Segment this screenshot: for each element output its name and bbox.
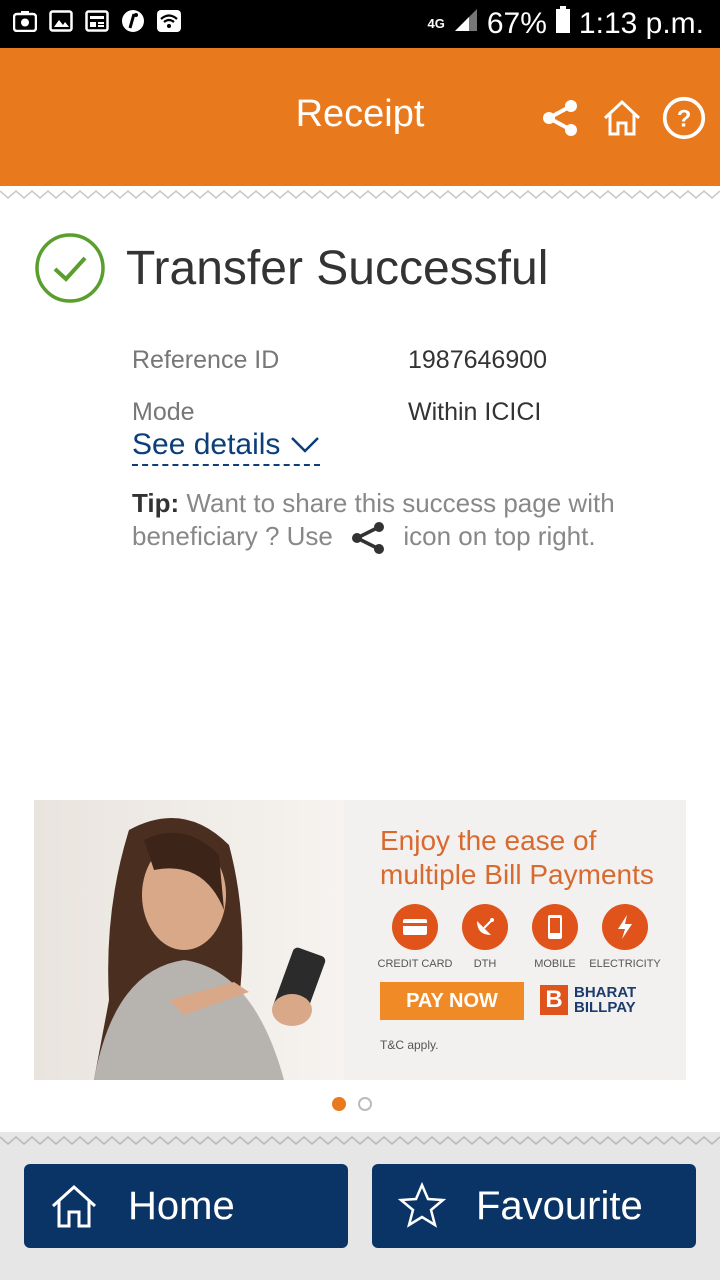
service-label: MOBILE xyxy=(534,958,576,970)
home-icon xyxy=(46,1178,102,1234)
bharat-billpay-logo: B BHARAT BILLPAY xyxy=(540,985,636,1015)
home-button-label: Home xyxy=(128,1183,235,1228)
see-details-label: See details xyxy=(132,428,281,461)
svg-text:?: ? xyxy=(677,105,692,132)
app-bar-actions: ? xyxy=(538,96,706,140)
banner-headline: Enjoy the ease of multiple Bill Payments xyxy=(380,824,654,892)
service-label: ELECTRICITY xyxy=(589,958,661,970)
network-type: 4G xyxy=(427,16,445,31)
service-item: ELECTRICITY xyxy=(589,904,661,970)
star-icon xyxy=(394,1178,450,1234)
favourite-button[interactable]: Favourite xyxy=(372,1164,696,1248)
top-separator xyxy=(0,186,720,204)
detail-label: Mode xyxy=(132,397,195,426)
clock: 1:13 p.m. xyxy=(578,7,704,40)
favourite-button-label: Favourite xyxy=(476,1183,643,1228)
status-bar-system: 4G 67% 1:13 p.m. xyxy=(428,6,704,42)
transfer-status: Transfer Successful xyxy=(34,232,548,304)
detail-value: 1987646900 xyxy=(408,345,548,374)
detail-label: Reference ID xyxy=(132,345,280,374)
status-bar: 4G 67% 1:13 p.m. xyxy=(0,0,720,48)
detail-row: Reference ID 1987646900 xyxy=(132,334,692,386)
status-bar-notifications xyxy=(12,8,182,34)
service-label: DTH xyxy=(473,958,497,970)
bank-app-icon xyxy=(120,8,146,34)
bill-services: CREDIT CARD DTH MOBILE ELECTRICITY xyxy=(377,904,661,970)
gallery-icon xyxy=(48,8,74,34)
home-icon[interactable] xyxy=(600,96,644,140)
banner-headline-line2: multiple Bill Payments xyxy=(380,859,654,890)
service-item: CREDIT CARD xyxy=(377,904,453,970)
carousel-dot-active[interactable] xyxy=(332,1097,346,1111)
bharat-billpay-mark: B xyxy=(540,985,568,1015)
satellite-dish-icon xyxy=(462,904,508,950)
service-item: DTH xyxy=(450,904,520,970)
bottom-separator xyxy=(0,1132,720,1150)
service-label: CREDIT CARD xyxy=(377,958,453,970)
detail-value: Within ICICI xyxy=(408,397,542,426)
tip-after: icon on top right. xyxy=(396,521,596,551)
check-circle-icon xyxy=(35,233,105,303)
share-icon xyxy=(352,522,385,555)
credit-card-icon xyxy=(392,904,438,950)
see-details-link[interactable]: See details xyxy=(132,428,321,466)
transfer-details: Reference ID 1987646900 Mode Within ICIC… xyxy=(132,334,692,438)
status-title: Transfer Successful xyxy=(126,241,549,295)
pay-now-button[interactable]: PAY NOW xyxy=(380,982,524,1020)
carousel-dot[interactable] xyxy=(358,1097,372,1111)
brand-line2: BILLPAY xyxy=(574,999,636,1016)
wifi-icon xyxy=(156,8,182,34)
help-icon[interactable]: ? xyxy=(662,96,706,140)
signal-icon xyxy=(453,7,479,41)
banner-headline-line1: Enjoy the ease of xyxy=(380,825,597,856)
battery-icon xyxy=(555,6,571,42)
terms-note: T&C apply. xyxy=(380,1038,439,1052)
app-bar: Receipt ? xyxy=(0,48,720,186)
banner-photo xyxy=(34,800,344,1080)
home-button[interactable]: Home xyxy=(24,1164,348,1248)
tip-text: Tip: Want to share this success page wit… xyxy=(132,487,672,555)
mobile-icon xyxy=(532,904,578,950)
promo-banner[interactable]: Enjoy the ease of multiple Bill Payments… xyxy=(34,800,686,1080)
electricity-icon xyxy=(602,904,648,950)
carousel-indicator xyxy=(332,1097,372,1111)
brand-line1: BHARAT xyxy=(574,984,637,1001)
battery-percent: 67% xyxy=(486,7,547,40)
bharat-billpay-wordmark: BHARAT BILLPAY xyxy=(574,985,636,1015)
woman-with-phone-illustration xyxy=(94,818,326,1080)
bottom-bar: Home Favourite xyxy=(0,1132,720,1280)
share-icon[interactable] xyxy=(538,96,582,140)
camera-icon xyxy=(12,8,38,34)
service-item: MOBILE xyxy=(520,904,590,970)
tip-prefix: Tip: xyxy=(132,488,180,518)
news-icon xyxy=(84,8,110,34)
chevron-down-icon xyxy=(291,437,320,453)
